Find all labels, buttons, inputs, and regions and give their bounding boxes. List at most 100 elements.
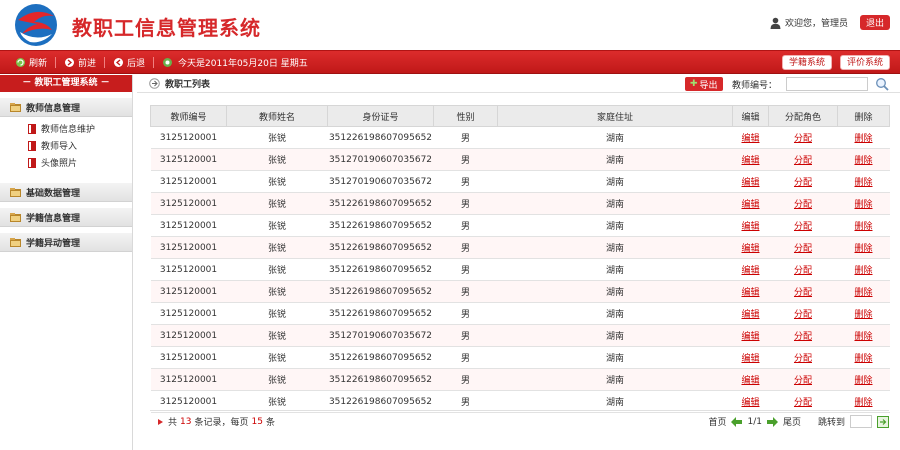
sidebar-item-avatar-photo[interactable]: 头像照片 (28, 154, 132, 171)
delete-link[interactable]: 删除 (854, 178, 872, 188)
edit-link[interactable]: 编辑 (741, 288, 759, 298)
page-title: 教职工列表 (165, 80, 211, 90)
evaluation-system-button[interactable]: 评价系统 (839, 55, 890, 70)
table-cell: 男 (433, 302, 498, 325)
action-cell: 编辑 (732, 346, 769, 369)
app-header: 教职工信息管理系统 欢迎您，管理员 退出 (0, 0, 900, 50)
search-icon[interactable] (875, 77, 889, 91)
action-cell: 删除 (837, 368, 890, 391)
per-page-count: 15 (251, 416, 263, 427)
teacher-id-search-input[interactable] (786, 77, 868, 91)
delete-link[interactable]: 删除 (854, 134, 872, 144)
edit-link[interactable]: 编辑 (741, 332, 759, 342)
table-row: 3125120001 张锐 351270190607035672 男湖南 编辑 分配 删除 (150, 170, 890, 193)
next-page-icon[interactable] (766, 416, 778, 427)
assign-role-link[interactable]: 分配 (794, 244, 812, 254)
first-page-link[interactable]: 首页 (708, 415, 726, 428)
table-row: 3125120001 张锐 351226198607095652 男湖南 编辑 分配 删除 (150, 302, 890, 325)
table-cell: 湖南 (497, 148, 733, 171)
delete-link[interactable]: 删除 (854, 288, 872, 298)
edit-link[interactable]: 编辑 (741, 266, 759, 276)
sidebar-group-teacher-info[interactable]: 教师信息管理 (0, 98, 132, 117)
delete-link[interactable]: 删除 (854, 354, 872, 364)
sidebar-group-enrollment-change[interactable]: 学籍异动管理 (0, 233, 132, 252)
delete-link[interactable]: 删除 (854, 398, 872, 408)
table-cell: 351226198607095652 (327, 126, 434, 149)
forward-button[interactable]: 前进 (59, 56, 101, 69)
assign-role-link[interactable]: 分配 (794, 376, 812, 386)
action-cell: 分配 (768, 170, 838, 193)
folder-icon (10, 102, 21, 112)
edit-link[interactable]: 编辑 (741, 222, 759, 232)
edit-link[interactable]: 编辑 (741, 200, 759, 210)
table-row: 3125120001 张锐 351226198607095652 男湖南 编辑 分配 删除 (150, 346, 890, 369)
action-cell: 分配 (768, 280, 838, 303)
calendar-icon (163, 58, 173, 67)
table-row: 3125120001 张锐 351226198607095652 男湖南 编辑 分配 删除 (150, 368, 890, 391)
delete-link[interactable]: 删除 (854, 200, 872, 210)
sidebar-group-basic-data[interactable]: 基础数据管理 (0, 183, 132, 202)
table-cell: 男 (433, 170, 498, 193)
delete-link[interactable]: 删除 (854, 266, 872, 276)
delete-link[interactable]: 删除 (854, 332, 872, 342)
nav-divider (153, 57, 155, 68)
main-content: 教职工列表 ✚ 导出 教师编号： 教师编号 教师姓名 身份证号 性别 家庭住址 … (137, 75, 900, 450)
back-label: 后退 (127, 59, 146, 69)
page-info: 1/1 (747, 416, 762, 427)
edit-link[interactable]: 编辑 (741, 244, 759, 254)
action-cell: 分配 (768, 148, 838, 171)
record-prefix: 共 (168, 418, 178, 428)
assign-role-link[interactable]: 分配 (794, 354, 812, 364)
edit-link[interactable]: 编辑 (741, 156, 759, 166)
delete-link[interactable]: 删除 (854, 222, 872, 232)
table-cell: 3125120001 (150, 346, 227, 369)
delete-link[interactable]: 删除 (854, 244, 872, 254)
delete-link[interactable]: 删除 (854, 310, 872, 320)
delete-link[interactable]: 删除 (854, 376, 872, 386)
assign-role-link[interactable]: 分配 (794, 310, 812, 320)
refresh-label: 刷新 (29, 59, 48, 69)
table-cell: 湖南 (497, 324, 733, 347)
assign-role-link[interactable]: 分配 (794, 134, 812, 144)
edit-link[interactable]: 编辑 (741, 134, 759, 144)
last-page-link[interactable]: 尾页 (783, 415, 801, 428)
sidebar-item-teacher-maintain[interactable]: 教师信息维护 (28, 120, 132, 137)
grade-system-button[interactable]: 学籍系统 (781, 55, 832, 70)
assign-role-link[interactable]: 分配 (794, 266, 812, 276)
assign-role-link[interactable]: 分配 (794, 200, 812, 210)
user-info: 欢迎您，管理员 退出 (770, 15, 890, 30)
assign-role-link[interactable]: 分配 (794, 222, 812, 232)
assign-role-link[interactable]: 分配 (794, 398, 812, 408)
refresh-button[interactable]: 刷新 (10, 56, 52, 69)
edit-link[interactable]: 编辑 (741, 178, 759, 188)
edit-link[interactable]: 编辑 (741, 398, 759, 408)
assign-role-link[interactable]: 分配 (794, 332, 812, 342)
assign-role-link[interactable]: 分配 (794, 156, 812, 166)
table-cell: 3125120001 (150, 324, 227, 347)
go-icon[interactable] (877, 415, 889, 428)
folder-icon (10, 237, 21, 247)
table-cell: 张锐 (226, 258, 328, 281)
edit-link[interactable]: 编辑 (741, 310, 759, 320)
sidebar-item-teacher-import[interactable]: 教师导入 (28, 137, 132, 154)
column-header: 家庭住址 (497, 105, 733, 127)
table-cell: 351226198607095652 (327, 302, 434, 325)
edit-link[interactable]: 编辑 (741, 354, 759, 364)
table-cell: 男 (433, 192, 498, 215)
back-button[interactable]: 后退 (108, 56, 150, 69)
arrow-right-icon (158, 418, 163, 425)
logout-button[interactable]: 退出 (859, 15, 890, 30)
delete-link[interactable]: 删除 (854, 156, 872, 166)
action-cell: 编辑 (732, 148, 769, 171)
sidebar-group-enrollment[interactable]: 学籍信息管理 (0, 208, 132, 227)
table-cell: 张锐 (226, 302, 328, 325)
search-label: 教师编号： (732, 81, 778, 91)
table-cell: 3125120001 (150, 236, 227, 259)
assign-role-link[interactable]: 分配 (794, 288, 812, 298)
prev-page-icon[interactable] (731, 416, 743, 427)
assign-role-link[interactable]: 分配 (794, 178, 812, 188)
pager: 首页 1/1 尾页 跳转到 (708, 415, 889, 428)
export-button[interactable]: ✚ 导出 (685, 77, 723, 91)
jump-page-input[interactable] (850, 415, 872, 428)
edit-link[interactable]: 编辑 (741, 376, 759, 386)
